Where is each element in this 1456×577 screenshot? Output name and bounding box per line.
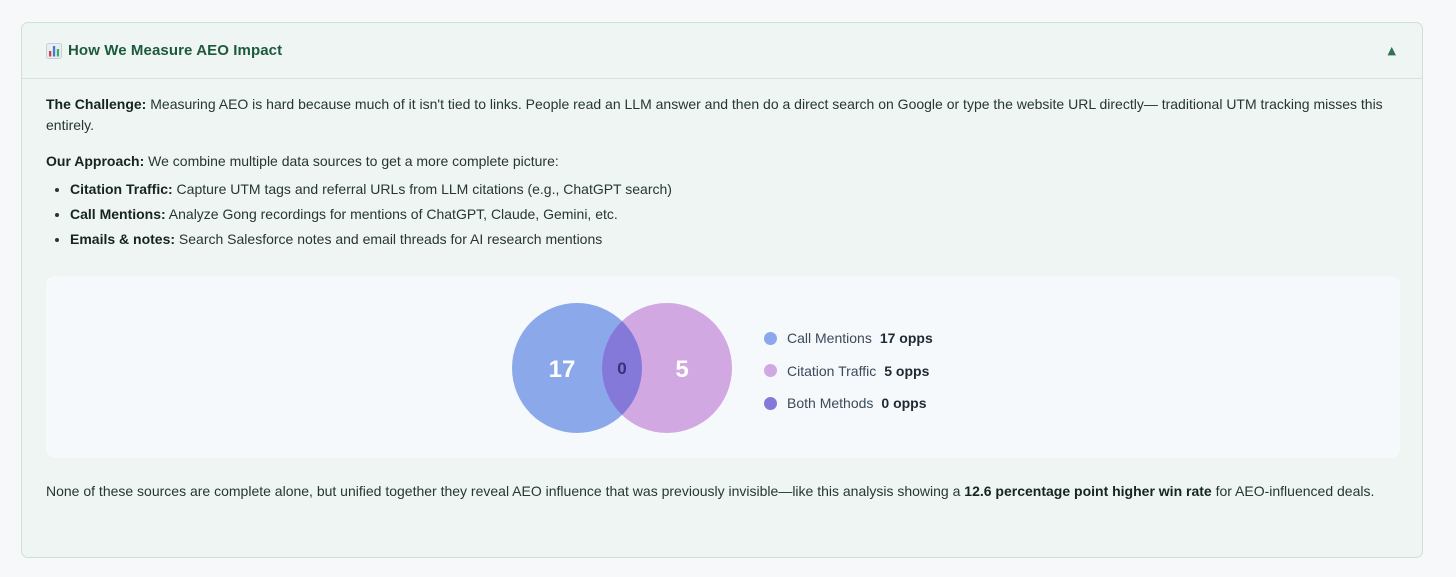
legend-dot xyxy=(764,364,777,378)
header-title-group: How We Measure AEO Impact xyxy=(46,42,282,59)
legend-value: 0 opps xyxy=(881,395,927,412)
list-item: Call Mentions: Analyze Gong recordings f… xyxy=(70,202,1398,227)
list-item-text: Search Salesforce notes and email thread… xyxy=(175,231,603,247)
legend-item-citation-traffic: Citation Traffic 5 opps xyxy=(764,355,933,388)
card-body: The Challenge: Measuring AEO is hard bec… xyxy=(22,79,1422,502)
list-item-text: Analyze Gong recordings for mentions of … xyxy=(165,206,618,222)
list-item-text: Capture UTM tags and referral URLs from … xyxy=(172,181,672,197)
collapse-toggle-icon[interactable]: ▲ xyxy=(1384,40,1400,61)
venn-panel: 17 0 5 Call Mentions 17 opps Citation Tr… xyxy=(46,276,1400,458)
venn-overlap-value: 0 xyxy=(617,359,626,378)
approach-paragraph: Our Approach: We combine multiple data s… xyxy=(46,151,1398,172)
summary-text-after: for AEO-influenced deals. xyxy=(1211,483,1375,499)
data-source-list: Citation Traffic: Capture UTM tags and r… xyxy=(46,177,1398,252)
card-header[interactable]: How We Measure AEO Impact ▲ xyxy=(22,23,1422,79)
venn-left-value: 17 xyxy=(549,356,576,383)
aeo-impact-card: How We Measure AEO Impact ▲ The Challeng… xyxy=(21,22,1423,558)
card-title: How We Measure AEO Impact xyxy=(68,42,283,59)
bar-chart-icon xyxy=(46,42,62,59)
legend-value: 5 opps xyxy=(884,362,930,379)
summary-paragraph: None of these sources are complete alone… xyxy=(46,481,1398,502)
approach-label: Our Approach: xyxy=(46,153,145,169)
challenge-paragraph: The Challenge: Measuring AEO is hard bec… xyxy=(46,94,1398,136)
list-item: Emails & notes: Search Salesforce notes … xyxy=(70,227,1398,252)
venn-legend: Call Mentions 17 opps Citation Traffic 5… xyxy=(764,322,933,420)
venn-right-value: 5 xyxy=(675,356,688,383)
summary-text-before: None of these sources are complete alone… xyxy=(46,483,965,499)
legend-label: Both Methods xyxy=(787,395,874,412)
list-item-label: Emails & notes: xyxy=(70,231,176,247)
legend-label: Call Mentions xyxy=(787,330,872,347)
legend-dot xyxy=(764,396,777,410)
challenge-label: The Challenge: xyxy=(46,96,147,112)
list-item-label: Citation Traffic: xyxy=(70,181,173,197)
legend-item-call-mentions: Call Mentions 17 opps xyxy=(764,322,933,355)
venn-diagram: 17 0 5 xyxy=(512,303,732,433)
list-item-label: Call Mentions: xyxy=(70,206,166,222)
legend-value: 17 opps xyxy=(879,330,933,347)
legend-label: Citation Traffic xyxy=(787,362,877,379)
list-item: Citation Traffic: Capture UTM tags and r… xyxy=(70,177,1398,202)
legend-item-both-methods: Both Methods 0 opps xyxy=(764,387,933,420)
approach-text: We combine multiple data sources to get … xyxy=(144,153,559,169)
challenge-text: Measuring AEO is hard because much of it… xyxy=(46,96,1383,133)
summary-highlight: 12.6 percentage point higher win rate xyxy=(964,483,1212,499)
legend-dot xyxy=(764,331,777,345)
